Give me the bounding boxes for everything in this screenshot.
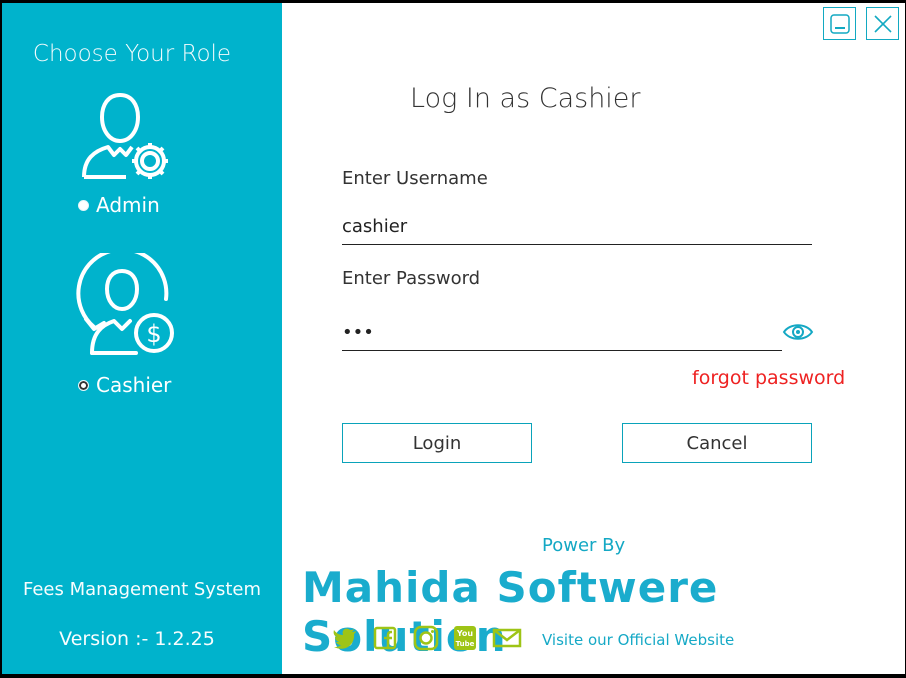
role-option-cashier[interactable]: Cashier (78, 373, 171, 397)
close-icon (873, 14, 892, 33)
cashier-radio[interactable] (78, 379, 89, 391)
svg-text:You: You (456, 629, 474, 638)
app-version: Version :- 1.2.25 (59, 628, 215, 650)
mail-icon[interactable] (492, 625, 522, 651)
cashier-label: Cashier (96, 373, 172, 397)
login-window: Choose Your Role Admin $ Cashier Fees Ma… (2, 3, 905, 674)
username-input[interactable] (342, 209, 812, 245)
powered-by-label: Power By (542, 535, 626, 556)
minimize-button[interactable] (823, 7, 856, 40)
official-website-link[interactable]: Visite our Official Website (542, 631, 734, 649)
username-label: Enter Username (342, 168, 488, 189)
minimize-icon (829, 13, 850, 34)
app-name: Fees Management System (22, 579, 262, 600)
svg-text:$: $ (146, 320, 161, 348)
admin-radio[interactable] (78, 199, 89, 211)
close-button[interactable] (866, 7, 899, 40)
role-option-admin[interactable]: Admin (78, 193, 160, 217)
sidebar-title: Choose Your Role (32, 41, 232, 67)
role-sidebar: Choose Your Role Admin $ Cashier Fees Ma… (2, 3, 282, 674)
youtube-icon[interactable]: You Tube (453, 625, 477, 651)
svg-text:Tube: Tube (456, 640, 475, 648)
password-label: Enter Password (342, 268, 481, 289)
show-password-eye-icon[interactable] (782, 321, 814, 343)
forgot-password-link[interactable]: forgot password (692, 367, 845, 389)
login-title: Log In as Cashier (410, 83, 641, 114)
password-input[interactable] (342, 315, 782, 351)
cancel-button[interactable]: Cancel (622, 423, 812, 463)
instagram-icon[interactable] (413, 625, 439, 651)
twitter-icon[interactable] (332, 625, 358, 651)
facebook-icon[interactable] (373, 625, 397, 651)
cashier-user-dollar-icon: $ (76, 253, 174, 355)
login-button[interactable]: Login (342, 423, 532, 463)
admin-label: Admin (96, 193, 160, 217)
admin-user-gear-icon (82, 93, 168, 179)
